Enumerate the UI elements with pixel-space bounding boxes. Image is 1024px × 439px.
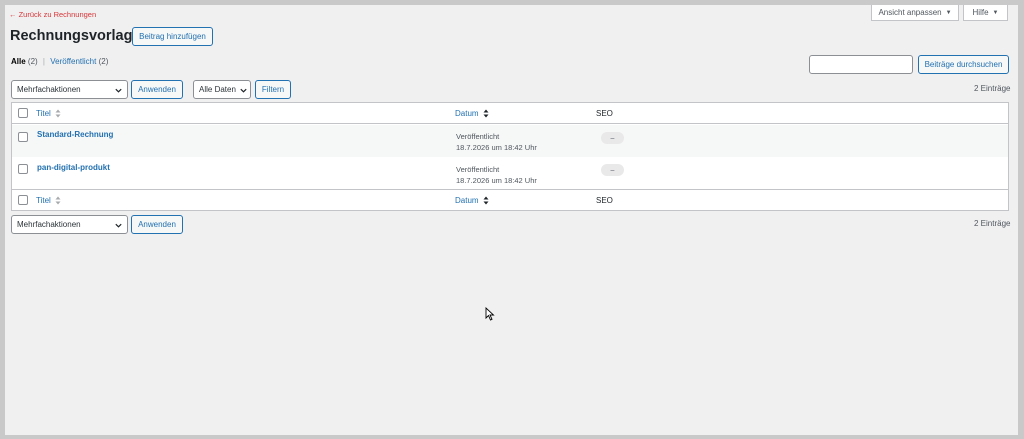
column-title-label: Titel <box>36 109 51 118</box>
chevron-down-icon <box>115 88 122 93</box>
view-published-link[interactable]: Veröffentlicht <box>50 57 96 66</box>
column-title-sort-bottom[interactable]: Titel <box>36 196 61 205</box>
row-date: 18.7.2026 um 18:42 Uhr <box>456 143 537 152</box>
posts-table: Titel Datum SEO Standard-Rechnung Veröff… <box>11 102 1009 211</box>
table-row: Standard-Rechnung Veröffentlicht 18.7.20… <box>12 125 1008 157</box>
column-date-sort-bottom[interactable]: Datum <box>455 196 489 205</box>
row-date: 18.7.2026 um 18:42 Uhr <box>456 176 537 185</box>
seo-score-badge: – <box>601 132 624 144</box>
row-status: Veröffentlicht <box>456 132 500 141</box>
page-title: Rechnungsvorlagen <box>10 28 150 44</box>
sort-icon <box>55 109 61 118</box>
table-row: pan-digital-produkt Veröffentlicht 18.7.… <box>12 157 1008 189</box>
row-checkbox[interactable] <box>18 132 28 142</box>
column-title-sort[interactable]: Titel <box>36 109 61 118</box>
bulk-actions-value: Mehrfachaktionen <box>17 85 81 94</box>
row-checkbox[interactable] <box>18 164 28 174</box>
date-filter-select[interactable]: Alle Daten <box>193 80 251 99</box>
date-filter-value: Alle Daten <box>199 85 236 94</box>
view-filters: Alle (2) | Veröffentlicht (2) <box>11 57 108 66</box>
help-label: Hilfe <box>972 8 989 17</box>
select-all-checkbox-bottom[interactable] <box>18 195 28 205</box>
column-seo-label: SEO <box>596 196 613 205</box>
search-posts-button[interactable]: Beiträge durchsuchen <box>918 55 1009 74</box>
column-date-label: Datum <box>455 109 479 118</box>
screen-options-label: Ansicht anpassen <box>878 8 942 17</box>
bulk-actions-select-bottom[interactable]: Mehrfachaktionen <box>11 215 128 234</box>
view-separator: | <box>42 57 45 66</box>
column-title-label: Titel <box>36 196 51 205</box>
search-input[interactable] <box>809 55 913 74</box>
view-all-link[interactable]: Alle <box>11 57 26 66</box>
column-date-label: Datum <box>455 196 479 205</box>
mouse-cursor-icon <box>485 307 495 321</box>
caret-down-icon: ▼ <box>992 9 999 16</box>
row-status: Veröffentlicht <box>456 165 500 174</box>
caret-down-icon: ▼ <box>945 9 952 16</box>
back-to-invoices-link[interactable]: ← Zurück zu Rechnungen <box>9 10 96 19</box>
row-date-cell: Veröffentlicht 18.7.2026 um 18:42 Uhr <box>456 131 537 153</box>
chevron-down-icon <box>115 223 122 228</box>
add-new-button[interactable]: Beitrag hinzufügen <box>132 27 213 46</box>
chevron-down-icon <box>240 88 247 93</box>
row-date-cell: Veröffentlicht 18.7.2026 um 18:42 Uhr <box>456 164 537 186</box>
row-title-link[interactable]: Standard-Rechnung <box>37 130 113 139</box>
select-all-checkbox[interactable] <box>18 108 28 118</box>
filter-button[interactable]: Filtern <box>255 80 291 99</box>
view-all-count: (2) <box>27 57 38 66</box>
items-count-bottom: 2 Einträge <box>974 219 1011 228</box>
bulk-actions-value: Mehrfachaktionen <box>17 220 81 229</box>
apply-button-top[interactable]: Anwenden <box>131 80 183 99</box>
admin-page: ← Zurück zu Rechnungen Ansicht anpassen … <box>5 5 1018 435</box>
sort-icon <box>55 196 61 205</box>
table-header-row: Titel Datum SEO <box>12 103 1008 124</box>
column-date-sort[interactable]: Datum <box>455 109 489 118</box>
view-published-count: (2) <box>98 57 109 66</box>
apply-button-bottom[interactable]: Anwenden <box>131 215 183 234</box>
sort-icon <box>483 109 489 118</box>
row-title-link[interactable]: pan-digital-produkt <box>37 163 110 172</box>
column-seo-label: SEO <box>596 109 613 118</box>
items-count-top: 2 Einträge <box>974 84 1011 93</box>
bulk-actions-select-top[interactable]: Mehrfachaktionen <box>11 80 128 99</box>
screen-options-button[interactable]: Ansicht anpassen ▼ <box>871 5 959 21</box>
table-footer-row: Titel Datum SEO <box>12 189 1008 210</box>
seo-score-badge: – <box>601 164 624 176</box>
help-button[interactable]: Hilfe ▼ <box>963 5 1008 21</box>
sort-icon <box>483 196 489 205</box>
